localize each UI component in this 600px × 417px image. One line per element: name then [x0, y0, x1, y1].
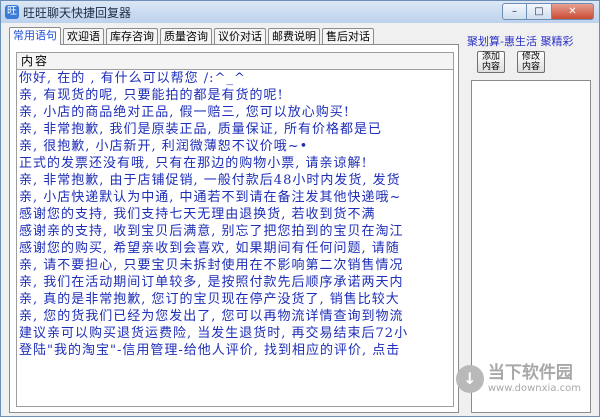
- title-bar[interactable]: 旺 旺旺聊天快捷回复器 – □ ✕: [1, 1, 599, 23]
- list-item[interactable]: 感谢您的购买, 希望亲收到会喜欢, 如果期间有任何问题, 请随: [17, 240, 453, 257]
- watermark-sub: www.downxia.com: [487, 383, 581, 394]
- list-item[interactable]: 正式的发票还没有哦, 只有在那边的购物小票, 请亲谅解!: [17, 155, 453, 172]
- watermark-text: 当下软件园 www.downxia.com: [488, 363, 581, 394]
- list-item[interactable]: 感谢亲的支持, 收到宝贝后满意, 别忘了把您拍到的宝贝在淘江: [17, 223, 453, 240]
- tab-panel: 内容 你好, 在的 , 有什么可以帮您 /:^_^ 亲, 有现货的呢, 只要能拍…: [9, 44, 459, 413]
- list-item[interactable]: 亲, 我们在活动期间订单较多, 是按照付款先后顺序承诺两天内: [17, 274, 453, 291]
- list-item[interactable]: 亲, 有现货的呢, 只要能拍的都是有货的呢!: [17, 87, 453, 104]
- tab-common-phrases[interactable]: 常用语句: [9, 27, 61, 45]
- list-item[interactable]: 亲, 请不要担心, 只要宝贝未拆封使用在不影响第二次销售情况: [17, 257, 453, 274]
- list-item[interactable]: 你好, 在的 , 有什么可以帮您 /:^_^: [17, 70, 453, 87]
- watermark-logo-icon: ↓: [455, 364, 484, 393]
- window-controls: – □ ✕: [502, 3, 594, 20]
- list-item[interactable]: 亲, 小店快递默认为中通, 中通若不到请在备注发其他快递哦~: [17, 189, 453, 206]
- list-item[interactable]: 亲, 小店的商品绝对正品, 假一赔三, 您可以放心购买!: [17, 104, 453, 121]
- edit-content-button[interactable]: 修改 内容: [517, 51, 545, 73]
- tab-price-negotiation[interactable]: 议价对话: [214, 28, 266, 44]
- tab-shipping-info[interactable]: 邮费说明: [268, 28, 320, 44]
- list-item[interactable]: 亲, 真的是非常抱歉, 您订的宝贝现在停产没货了, 销售比较大: [17, 291, 453, 308]
- tab-stock-inquiry[interactable]: 库存咨询: [106, 28, 158, 44]
- column-header-content[interactable]: 内容: [16, 52, 454, 70]
- maximize-button[interactable]: □: [527, 3, 552, 20]
- list-item[interactable]: 亲, 很抱歉, 小店新开, 利润微薄恕不议价哦~•: [17, 138, 453, 155]
- reply-list[interactable]: 你好, 在的 , 有什么可以帮您 /:^_^ 亲, 有现货的呢, 只要能拍的都是…: [16, 70, 454, 407]
- list-item[interactable]: 亲, 非常抱歉, 我们是原装正品, 质量保证, 所有价格都是已: [17, 121, 453, 138]
- promo-link[interactable]: 聚划算-惠生活 聚精彩: [467, 33, 573, 49]
- window-title: 旺旺聊天快捷回复器: [23, 6, 132, 20]
- list-item[interactable]: 亲, 非常抱歉, 由于店铺促销, 一般付款后48小时内发货, 发货: [17, 172, 453, 189]
- app-window: 旺 旺旺聊天快捷回复器 – □ ✕ 常用语句 欢迎语 库存咨询 质量咨询 议价对…: [0, 0, 600, 417]
- app-icon: 旺: [5, 5, 19, 19]
- tab-quality-inquiry[interactable]: 质量咨询: [160, 28, 212, 44]
- add-content-button[interactable]: 添加 内容: [477, 51, 505, 73]
- list-item[interactable]: 感谢您的支持, 我们支持七天无理由退换货, 若收到货不满: [17, 206, 453, 223]
- watermark-main: 当下软件园: [487, 363, 573, 383]
- tab-strip: 常用语句 欢迎语 库存咨询 质量咨询 议价对话 邮费说明 售后对话: [9, 27, 376, 45]
- watermark: ↓ 当下软件园 www.downxia.com: [455, 363, 581, 394]
- client-area: 常用语句 欢迎语 库存咨询 质量咨询 议价对话 邮费说明 售后对话 内容 你好,…: [3, 23, 597, 416]
- list-item[interactable]: 建议亲可以购买退货运费险, 当发生退货时, 再交易结束后72小: [17, 325, 453, 342]
- minimize-button[interactable]: –: [502, 3, 527, 20]
- close-button[interactable]: ✕: [552, 3, 594, 20]
- list-item[interactable]: 亲, 您的货我们已经为您发出了, 您可以再物流详情查询到物流: [17, 308, 453, 325]
- tab-welcome[interactable]: 欢迎语: [63, 28, 104, 44]
- list-item[interactable]: 登陆"我的淘宝"-信用管理-给他人评价, 找到相应的评价, 点击: [17, 342, 453, 359]
- tab-after-sales[interactable]: 售后对话: [322, 28, 374, 44]
